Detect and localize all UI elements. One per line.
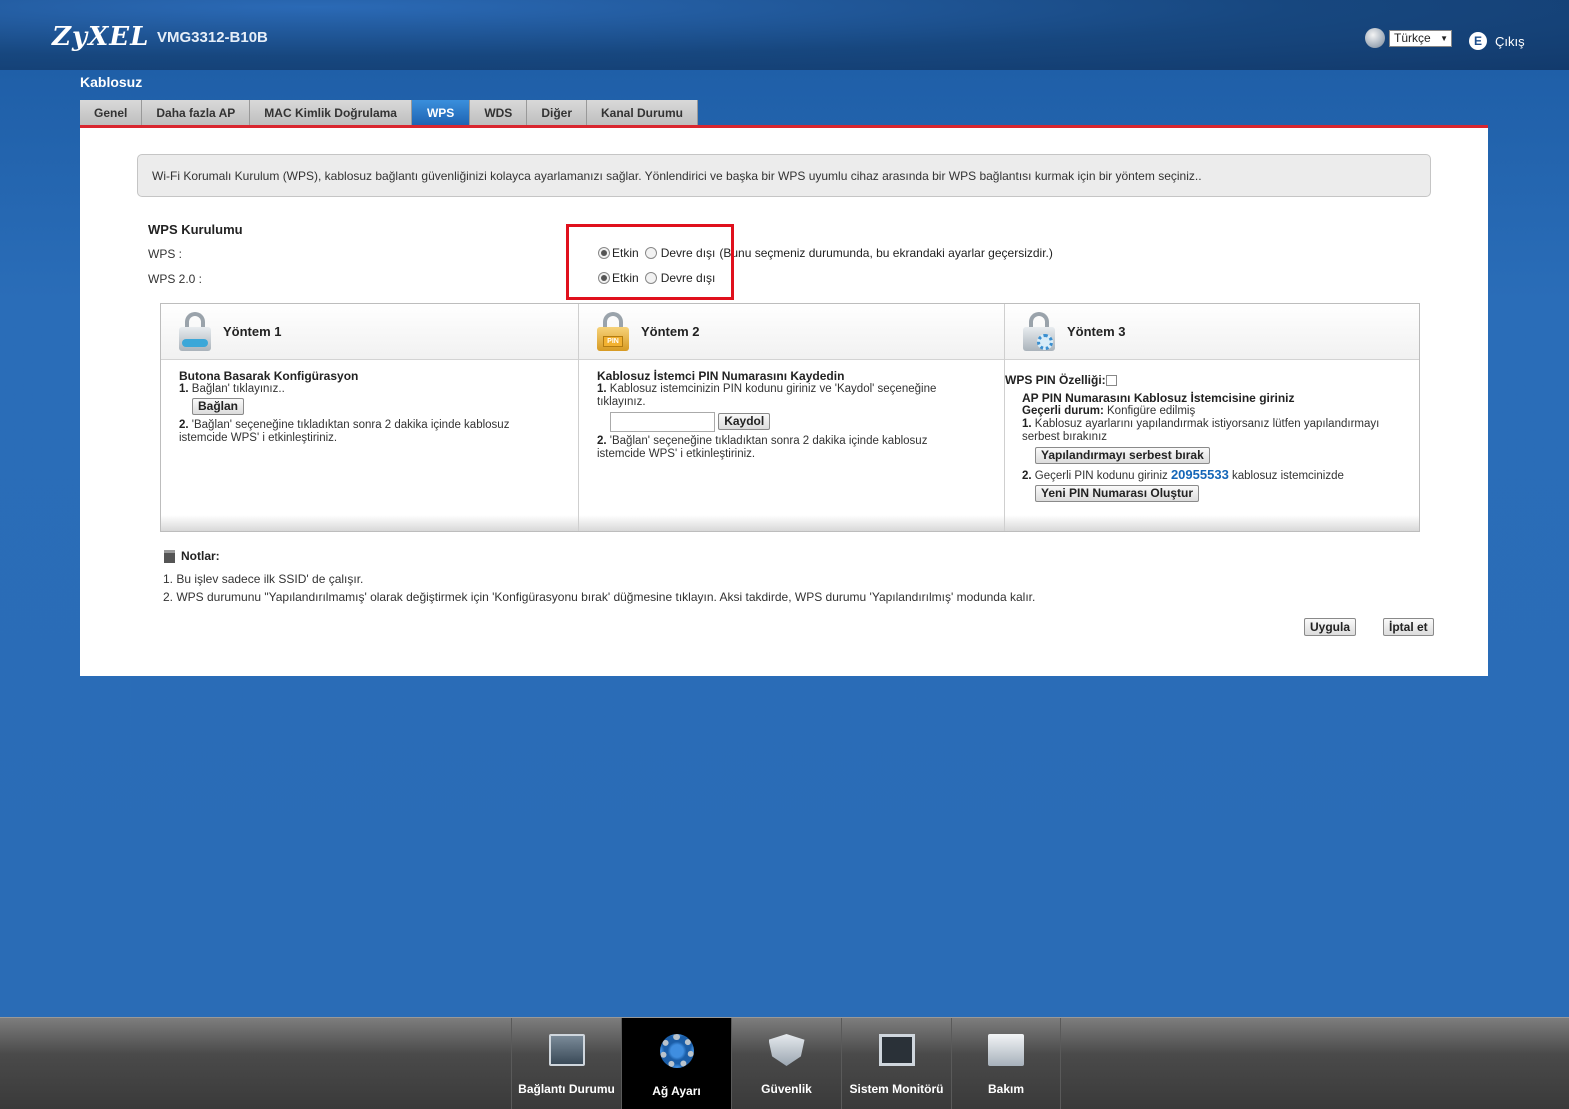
method-2-footer bbox=[579, 515, 1004, 531]
release-config-button[interactable]: Yapılandırmayı serbest bırak bbox=[1035, 447, 1210, 464]
section-title: Kablosuz bbox=[80, 74, 143, 90]
method-1-body: Butona Basarak Konfigürasyon 1. Bağlan' … bbox=[161, 360, 578, 445]
method-2-step2-num: 2. bbox=[597, 435, 607, 447]
nav-system-monitor[interactable]: Sistem Monitörü bbox=[841, 1018, 951, 1109]
apply-button[interactable]: Uygula bbox=[1304, 618, 1357, 636]
language-select[interactable]: Türkçe ▼ bbox=[1389, 29, 1452, 47]
red-highlight-box bbox=[566, 224, 734, 300]
wps-setup-title: WPS Kurulumu bbox=[148, 222, 243, 237]
note-icon bbox=[164, 549, 175, 563]
status-value: Konfigüre edilmiş bbox=[1107, 405, 1196, 417]
method-3-subtitle: AP PIN Numarasını Kablosuz İstemcisine g… bbox=[1022, 391, 1295, 405]
nav-security[interactable]: Güvenlik bbox=[731, 1018, 841, 1109]
method-1-step1: Bağlan' tıklayınız.. bbox=[191, 383, 285, 395]
wps-methods-box: Yöntem 1 Butona Basarak Konfigürasyon 1.… bbox=[160, 303, 1420, 532]
tools-icon bbox=[988, 1034, 1024, 1066]
user-globe-icon bbox=[1365, 28, 1385, 48]
method-3: Yöntem 3 WPS PIN Özelliği: AP PIN Numara… bbox=[1005, 304, 1419, 531]
info-box: Wi-Fi Korumalı Kurulum (WPS), kablosuz b… bbox=[137, 154, 1431, 197]
chart-monitor-icon bbox=[878, 1034, 915, 1066]
lock-arrow-icon bbox=[179, 311, 211, 352]
shield-flame-icon bbox=[768, 1034, 805, 1066]
status-label: Geçerli durum: bbox=[1022, 405, 1104, 417]
top-header: ZyXEL VMG3312-B10B Türkçe ▼ E Çıkış bbox=[0, 0, 1569, 70]
cancel-button[interactable]: İptal et bbox=[1383, 618, 1434, 636]
nav-system-monitor-label: Sistem Monitörü bbox=[849, 1082, 944, 1096]
nav-network-settings-label: Ağ Ayarı bbox=[652, 1084, 701, 1098]
method-1: Yöntem 1 Butona Basarak Konfigürasyon 1.… bbox=[161, 304, 579, 531]
logout-icon: E bbox=[1469, 32, 1487, 50]
tab-wps[interactable]: WPS bbox=[411, 100, 471, 126]
wps-pin-feature-row: WPS PIN Özelliği: bbox=[1005, 374, 1419, 387]
method-2-subtitle: Kablosuz İstemci PIN Numarasını Kaydedin bbox=[597, 369, 845, 383]
connect-button[interactable]: Bağlan bbox=[192, 398, 245, 415]
wps-note: (Bunu seçmeniz durumunda, bu ekrandaki a… bbox=[719, 246, 1053, 260]
method-1-footer bbox=[161, 515, 578, 531]
device-model: VMG3312-B10B bbox=[157, 29, 268, 46]
method-2: PIN Yöntem 2 Kablosuz İstemci PIN Numara… bbox=[579, 304, 1005, 531]
nav-maintenance-label: Bakım bbox=[987, 1082, 1025, 1096]
client-pin-input[interactable] bbox=[610, 412, 715, 432]
tab-genel[interactable]: Genel bbox=[80, 100, 143, 126]
method-2-title: Yöntem 2 bbox=[641, 324, 700, 339]
tab-bar: Genel Daha fazla AP MAC Kimlik Doğrulama… bbox=[80, 100, 699, 126]
monitor-globe-icon bbox=[548, 1034, 585, 1066]
language-value: Türkçe bbox=[1394, 31, 1431, 45]
method-1-subtitle: Butona Basarak Konfigürasyon bbox=[179, 369, 359, 383]
tab-diger[interactable]: Diğer bbox=[527, 100, 587, 126]
notes-title: Notlar: bbox=[181, 549, 220, 563]
new-pin-button[interactable]: Yeni PIN Numarası Oluştur bbox=[1035, 485, 1200, 502]
dropdown-arrow-icon: ▼ bbox=[1440, 33, 1448, 43]
tab-mac-auth[interactable]: MAC Kimlik Doğrulama bbox=[250, 100, 412, 126]
tab-more-ap[interactable]: Daha fazla AP bbox=[142, 100, 251, 126]
method-3-body: WPS PIN Özelliği: AP PIN Numarasını Kabl… bbox=[1005, 360, 1419, 502]
method-3-step2-num: 2. bbox=[1022, 470, 1032, 482]
logout-label: Çıkış bbox=[1495, 33, 1525, 49]
method-3-footer bbox=[1005, 515, 1419, 531]
note-item-1: 1. Bu işlev sadece ilk SSID' de çalışır. bbox=[163, 572, 364, 586]
brand-logo: ZyXEL bbox=[52, 22, 150, 52]
method-1-title: Yöntem 1 bbox=[223, 324, 282, 339]
ap-pin-value: 20955533 bbox=[1170, 467, 1229, 482]
method-1-step1-num: 1. bbox=[179, 383, 189, 395]
wps-label: WPS : bbox=[148, 247, 183, 261]
note-item-2: 2. WPS durumunu "Yapılandırılmamış' olar… bbox=[163, 590, 1036, 604]
method-2-body: Kablosuz İstemci PIN Numarasını Kaydedin… bbox=[579, 360, 1004, 461]
wps-pin-feature-label: WPS PIN Özelliği: bbox=[1005, 373, 1106, 387]
notes-header: Notlar: bbox=[164, 549, 220, 563]
method-2-step1: Kablosuz istemcinizin PIN kodunu giriniz… bbox=[597, 383, 937, 408]
nav-maintenance[interactable]: Bakım bbox=[951, 1018, 1061, 1109]
logout-link[interactable]: E Çıkış bbox=[1469, 32, 1525, 50]
method-3-header: Yöntem 3 bbox=[1005, 304, 1419, 360]
nav-connection-status-label: Bağlantı Durumu bbox=[518, 1082, 615, 1096]
lock-gear-icon bbox=[1023, 311, 1055, 352]
gear-globe-icon bbox=[659, 1034, 694, 1068]
method-2-step1-num: 1. bbox=[597, 383, 607, 395]
method-1-step2-num: 2. bbox=[179, 419, 189, 431]
method-3-step1-num: 1. bbox=[1022, 418, 1032, 430]
nav-connection-status[interactable]: Bağlantı Durumu bbox=[511, 1018, 621, 1109]
tab-channel-status[interactable]: Kanal Durumu bbox=[587, 100, 699, 126]
wps2-label: WPS 2.0 : bbox=[148, 272, 203, 286]
method-2-header: PIN Yöntem 2 bbox=[579, 304, 1004, 360]
nav-network-settings[interactable]: Ağ Ayarı bbox=[621, 1018, 731, 1109]
language-area: Türkçe ▼ bbox=[1365, 28, 1452, 48]
method-1-header: Yöntem 1 bbox=[161, 304, 578, 360]
method-3-step2-suffix: kablosuz istemcinizde bbox=[1232, 470, 1344, 482]
method-1-step2: 'Bağlan' seçeneğine tıkladıktan sonra 2 … bbox=[179, 419, 510, 444]
method-3-step2-prefix: Geçerli PIN kodunu giriniz bbox=[1034, 470, 1168, 482]
wps-pin-feature-checkbox[interactable] bbox=[1105, 375, 1117, 387]
nav-security-label: Güvenlik bbox=[761, 1082, 812, 1096]
info-text: Wi-Fi Korumalı Kurulum (WPS), kablosuz b… bbox=[152, 168, 1202, 183]
tab-wds[interactable]: WDS bbox=[470, 100, 528, 126]
register-button[interactable]: Kaydol bbox=[718, 413, 771, 431]
method-3-step1: Kablosuz ayarlarını yapılandırmak istiyo… bbox=[1022, 418, 1380, 443]
lock-pin-icon: PIN bbox=[597, 311, 629, 352]
content-panel: Wi-Fi Korumalı Kurulum (WPS), kablosuz b… bbox=[80, 128, 1488, 676]
method-3-title: Yöntem 3 bbox=[1067, 324, 1126, 339]
bottom-nav-bar: Bağlantı Durumu Ağ Ayarı Güvenlik Sistem… bbox=[0, 1017, 1569, 1109]
method-2-step2: 'Bağlan' seçeneğine tıkladıktan sonra 2 … bbox=[597, 435, 928, 460]
